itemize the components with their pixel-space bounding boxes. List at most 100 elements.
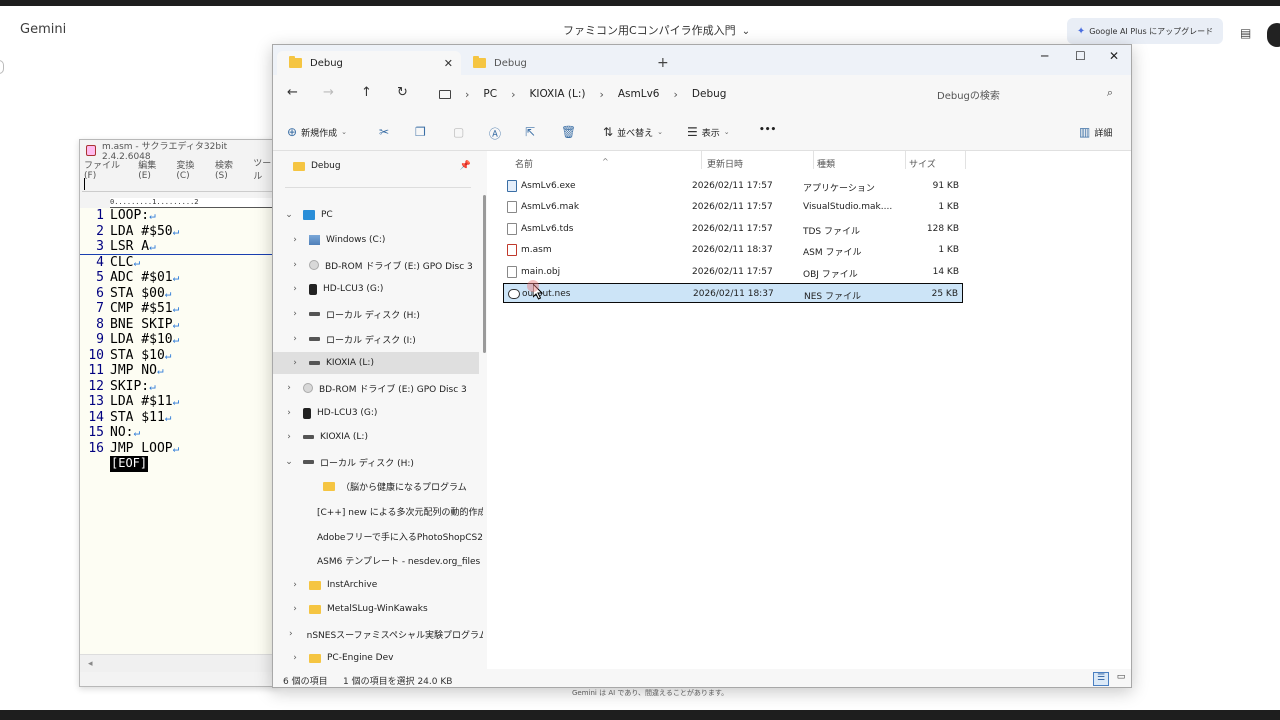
chevron-right-icon[interactable]: › — [465, 88, 469, 101]
nav-item[interactable]: › MetalSLug-WinKawaks — [273, 598, 479, 620]
tab-debug-inactive[interactable]: Debug — [461, 51, 645, 75]
upgrade-button[interactable]: ✦ Google AI Plus にアップグレード — [1067, 18, 1223, 44]
up-button[interactable]: ↑ — [361, 85, 372, 100]
refresh-button[interactable]: ↻ — [397, 85, 408, 100]
file-list-pane[interactable]: ^ 名前 更新日時 種類 サイズ AsmLv6.exe 2026/02/11 17… — [487, 151, 1131, 669]
file-row[interactable]: output.nes 2026/02/11 18:37 NES ファイル 25 KB — [503, 283, 963, 303]
expand-chevron-icon[interactable]: › — [289, 604, 301, 614]
nav-item[interactable]: › PC-Engine Dev — [273, 647, 479, 669]
new-button[interactable]: ⊕ 新規作成 ⌄ — [287, 125, 347, 139]
close-window-button[interactable]: ✕ — [1109, 49, 1119, 63]
expand-chevron-icon[interactable]: › — [289, 235, 301, 245]
nav-item[interactable]: › KIOXIA (L:) — [273, 352, 479, 374]
nav-item[interactable]: › Windows (C:) — [273, 229, 479, 251]
nav-item[interactable]: [C++] new による多次元配列の動的作成 — [273, 500, 483, 522]
share-icon[interactable]: ▤ — [1240, 26, 1251, 40]
minimize-button[interactable]: ─ — [1041, 49, 1048, 63]
nav-item[interactable]: ⌄ PC — [273, 204, 479, 226]
col-name[interactable]: 名前 — [515, 157, 533, 170]
col-date[interactable]: 更新日時 — [707, 157, 743, 170]
expand-chevron-icon[interactable]: › — [289, 284, 301, 294]
file-row[interactable]: AsmLv6.tds 2026/02/11 17:57 TDS ファイル 128 KB — [503, 219, 963, 239]
breadcrumb-asmlv6[interactable]: AsmLv6 — [618, 88, 660, 100]
nav-item[interactable]: Debug 📌 — [273, 155, 479, 177]
address-bar[interactable]: › PC › KIOXIA (L:) › AsmLv6 › Debug — [429, 81, 917, 107]
expand-chevron-icon[interactable]: › — [289, 260, 301, 270]
sidebar-toggle-icon[interactable] — [0, 60, 4, 74]
nav-item[interactable]: › HD-LCU3 (G:) — [273, 402, 479, 424]
code-line[interactable]: 2 LDA #$50 ↵ — [80, 224, 278, 240]
menu-edit[interactable]: 編集(E) — [138, 158, 166, 181]
expand-chevron-icon[interactable]: › — [289, 334, 301, 344]
nav-item[interactable]: ⌄ ローカル ディスク (H:) — [273, 451, 479, 473]
expand-chevron-icon[interactable]: › — [289, 309, 301, 319]
chat-title[interactable]: ファミコン用Cコンパイラ作成入門 ⌄ — [563, 22, 750, 38]
maximize-button[interactable]: ☐ — [1075, 49, 1086, 63]
code-line[interactable]: 9 LDA #$10 ↵ — [80, 332, 278, 348]
breadcrumb-debug[interactable]: Debug — [692, 88, 727, 100]
navigation-pane[interactable]: Debug 📌 ⌄ PC › Windows (C:) › BD-ROM ドライブ (E:) … — [273, 151, 483, 669]
code-line[interactable]: 5 ADC #$01 ↵ — [80, 270, 278, 286]
expand-chevron-icon[interactable]: › — [289, 358, 301, 368]
nav-item[interactable]: › InstArchive — [273, 574, 479, 596]
nav-item[interactable]: › nSNESスーファミスペシャル実験プログラム — [273, 623, 483, 645]
code-line[interactable]: 3 LSR A ↵ — [80, 239, 278, 255]
code-line[interactable]: 10 STA $10 ↵ — [80, 348, 278, 364]
col-divider[interactable] — [701, 151, 702, 169]
details-view-icon[interactable]: ☰ — [1093, 672, 1109, 686]
nav-scrollbar[interactable] — [483, 195, 486, 353]
expand-chevron-icon[interactable]: › — [283, 408, 295, 418]
file-explorer-window[interactable]: Debug ✕ Debug + ─ ☐ ✕ ← → ↑ ↻ › PC › KIO… — [272, 44, 1132, 688]
back-button[interactable]: ← — [287, 85, 298, 100]
nav-item[interactable]: › BD-ROM ドライブ (E:) GPO Disc 3 — [273, 254, 479, 276]
expand-chevron-icon[interactable]: › — [283, 383, 295, 393]
sakura-text-area[interactable]: 1 LOOP: ↵ 2 LDA #$50 ↵ 3 LSR A ↵ 4 CLC ↵ 5 ADC #$01 ↵ 6… — [80, 208, 278, 654]
file-row[interactable]: main.obj 2026/02/11 17:57 OBJ ファイル 14 KB — [503, 262, 963, 282]
chevron-right-icon[interactable]: › — [674, 88, 678, 101]
code-line[interactable]: 8 BNE SKIP ↵ — [80, 317, 278, 333]
nav-item[interactable]: › HD-LCU3 (G:) — [273, 278, 479, 300]
code-line[interactable]: 4 CLC ↵ — [80, 255, 278, 271]
code-line[interactable]: 14 STA $11 ↵ — [80, 410, 278, 426]
avatar[interactable] — [1267, 23, 1280, 47]
code-line[interactable]: 6 STA $00 ↵ — [80, 286, 278, 302]
menu-convert[interactable]: 変換(C) — [176, 158, 205, 181]
chevron-right-icon[interactable]: › — [511, 88, 515, 101]
paste-button[interactable]: ▢ — [453, 125, 464, 139]
sakura-editor-window[interactable]: m.asm - サクラエディタ32bit 2.4.2.6048 ファイル(F) … — [79, 139, 279, 687]
details-button[interactable]: ▥ 詳細 — [1079, 125, 1112, 139]
nav-item[interactable]: Adobeフリーで手に入るPhotoShopCS2 — [273, 525, 483, 547]
gemini-brand[interactable]: Gemini — [20, 22, 66, 37]
nav-item[interactable]: › ローカル ディスク (I:) — [273, 328, 479, 350]
share-button[interactable]: ⇱ — [525, 125, 535, 139]
expand-chevron-icon[interactable]: ⌄ — [283, 210, 295, 220]
file-row[interactable]: AsmLv6.mak 2026/02/11 17:57 VisualStudio.m… — [503, 197, 963, 217]
new-tab-button[interactable]: + — [657, 55, 669, 71]
pin-icon[interactable]: 📌 — [460, 161, 471, 171]
col-size[interactable]: サイズ — [909, 157, 936, 170]
nav-item[interactable]: （脳から健康になるプログラム — [273, 475, 479, 497]
code-line[interactable]: 11 JMP NO ↵ — [80, 363, 278, 379]
col-divider[interactable] — [905, 151, 906, 169]
menu-file[interactable]: ファイル(F) — [84, 158, 128, 181]
delete-button[interactable]: 🗑 — [561, 125, 576, 139]
expand-chevron-icon[interactable]: › — [289, 653, 301, 663]
expand-chevron-icon[interactable]: ⌄ — [283, 457, 295, 467]
copy-button[interactable]: ❐ — [415, 125, 426, 139]
nav-item[interactable]: › ローカル ディスク (H:) — [273, 303, 479, 325]
code-line[interactable]: 13 LDA #$11 ↵ — [80, 394, 278, 410]
menu-search[interactable]: 検索(S) — [215, 158, 243, 181]
forward-button[interactable]: → — [323, 85, 334, 100]
file-row[interactable]: m.asm 2026/02/11 18:37 ASM ファイル 1 KB — [503, 240, 963, 260]
col-type[interactable]: 種類 — [817, 157, 835, 170]
code-line[interactable]: 1 LOOP: ↵ — [80, 208, 278, 224]
expand-chevron-icon[interactable]: › — [289, 580, 301, 590]
nav-item[interactable]: ASM6 テンプレート - nesdev.org_files — [273, 549, 480, 571]
close-tab-icon[interactable]: ✕ — [444, 57, 453, 70]
scroll-left-icon[interactable]: ◂ — [88, 659, 93, 669]
breadcrumb-kioxia[interactable]: KIOXIA (L:) — [529, 88, 585, 100]
code-line[interactable]: 7 CMP #$51 ↵ — [80, 301, 278, 317]
more-options-button[interactable]: ••• — [759, 125, 776, 135]
code-line[interactable]: 12 SKIP: ↵ — [80, 379, 278, 395]
search-input[interactable]: Debugの検索 ⌕ — [927, 81, 1123, 107]
